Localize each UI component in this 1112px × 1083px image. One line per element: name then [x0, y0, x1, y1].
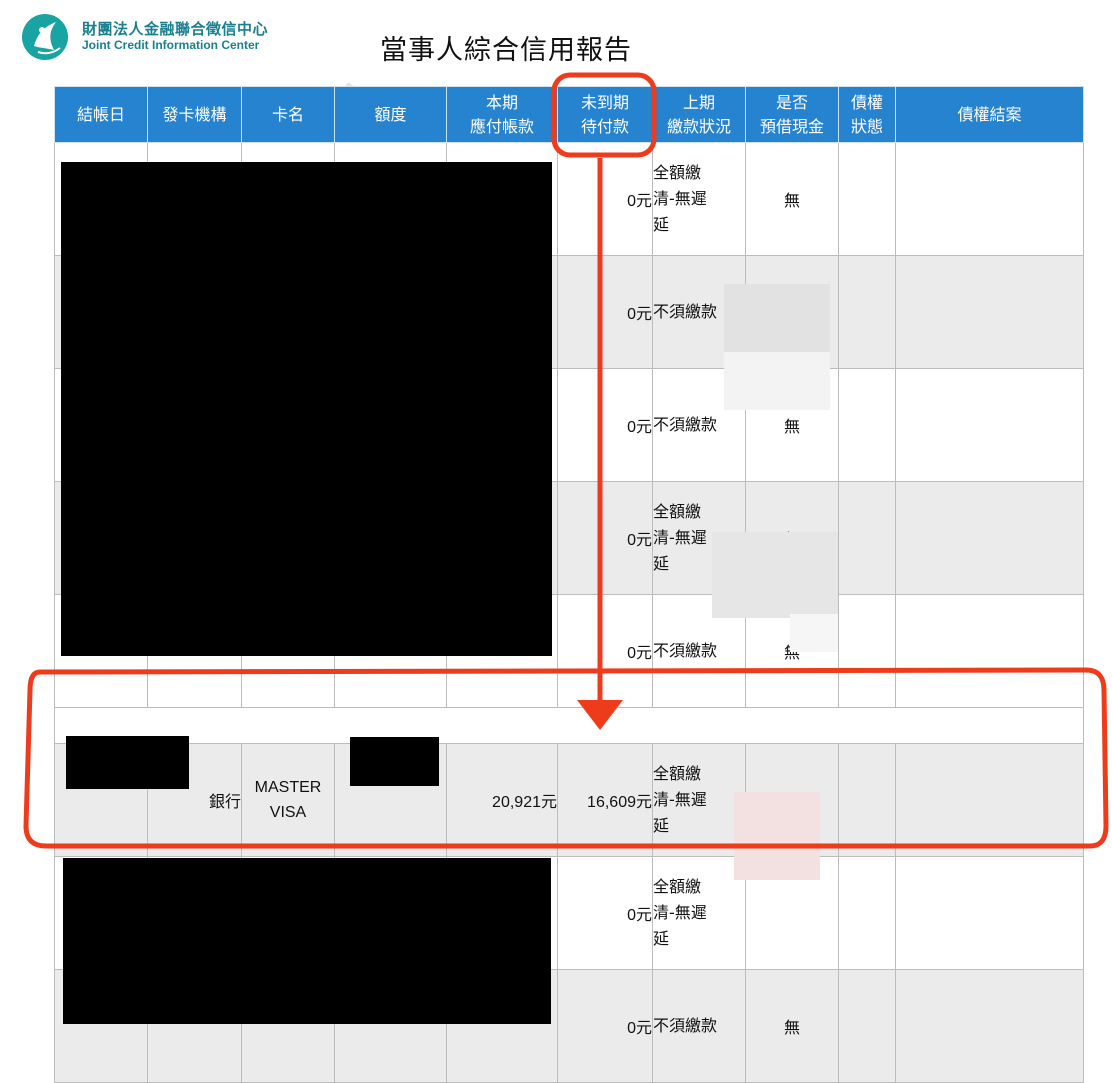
table-header-row: 結帳日 發卡機構 卡名 額度 本期 應付帳款 未到期 待付款 上期 繳款狀況 是…: [54, 86, 1084, 143]
cell-unpaid: 0元: [557, 481, 653, 595]
cell-unpaid: 16,609元: [557, 743, 653, 857]
cell-claim-status: [838, 856, 896, 970]
cell-claim-status: [838, 743, 896, 857]
blur-patch: [790, 614, 838, 652]
col-header-claim-status: 債權 狀態: [838, 86, 896, 143]
cell-claim-closed: [895, 255, 1084, 369]
cell-amount-due: 20,921元: [446, 743, 558, 857]
cell-claim-status: [838, 969, 896, 1083]
cell-claim-status: [838, 142, 896, 256]
col-header-issuer: 發卡機構: [147, 86, 242, 143]
redaction-block: [350, 737, 439, 786]
cell-claim-status: [838, 594, 896, 708]
cell-payment-status: 不須繳款: [652, 969, 746, 1083]
redaction-block: [66, 736, 189, 789]
cell-claim-closed: [895, 481, 1084, 595]
blur-patch: [724, 352, 830, 410]
col-header-card-name: 卡名: [241, 86, 335, 143]
cell-unpaid: 0元: [557, 856, 653, 970]
cell-claim-closed: [895, 743, 1084, 857]
cell-claim-status: [838, 255, 896, 369]
cell-unpaid: 0元: [557, 969, 653, 1083]
jcic-logo: 財團法人金融聯合徵信中心 Joint Credit Information Ce…: [20, 12, 300, 62]
cell-cash-advance: 無: [745, 142, 839, 256]
cell-claim-status: [838, 481, 896, 595]
redaction-block: [63, 858, 551, 1024]
org-name-zh: 財團法人金融聯合徵信中心: [82, 20, 269, 38]
report-title: 當事人綜合信用報告: [380, 35, 632, 66]
cell-payment-status: 全額繳 清-無遲 延: [652, 743, 746, 857]
cell-claim-closed: [895, 969, 1084, 1083]
cell-cash-advance: 無: [745, 969, 839, 1083]
blur-patch: [724, 284, 830, 354]
jcic-logo-icon: [22, 14, 68, 60]
cell-claim-closed: [895, 594, 1084, 708]
table-row: [54, 707, 1084, 744]
org-name-en: Joint Credit Information Center: [82, 38, 260, 52]
cell-unpaid: 0元: [557, 142, 653, 256]
cell-claim-closed: [895, 856, 1084, 970]
cell-card-name: MASTER VISA: [241, 743, 335, 857]
col-header-cash-advance: 是否 預借現金: [745, 86, 839, 143]
col-header-claim-closed: 債權結案: [895, 86, 1084, 143]
cell-payment-status: 全額繳 清-無遲 延: [652, 142, 746, 256]
blur-patch: [712, 532, 838, 618]
blur-patch: [734, 792, 820, 880]
redaction-block: [61, 162, 552, 656]
cell-unpaid: 0元: [557, 368, 653, 482]
cell-claim-status: [838, 368, 896, 482]
col-header-amount-due: 本期 應付帳款: [446, 86, 558, 143]
row-spacer: [54, 707, 1084, 744]
col-header-unpaid-installments: 未到期 待付款: [557, 86, 653, 143]
col-header-last-payment-status: 上期 繳款狀況: [652, 86, 746, 143]
cell-unpaid: 0元: [557, 255, 653, 369]
col-header-billing-date: 結帳日: [54, 86, 148, 143]
table-row-highlighted: 銀行 MASTER VISA 20,921元 16,609元 全額繳 清-無遲 …: [54, 743, 1084, 857]
cell-payment-status: 全額繳 清-無遲 延: [652, 856, 746, 970]
cell-claim-closed: [895, 368, 1084, 482]
cell-unpaid: 0元: [557, 594, 653, 708]
cell-claim-closed: [895, 142, 1084, 256]
col-header-credit-limit: 額度: [334, 86, 447, 143]
